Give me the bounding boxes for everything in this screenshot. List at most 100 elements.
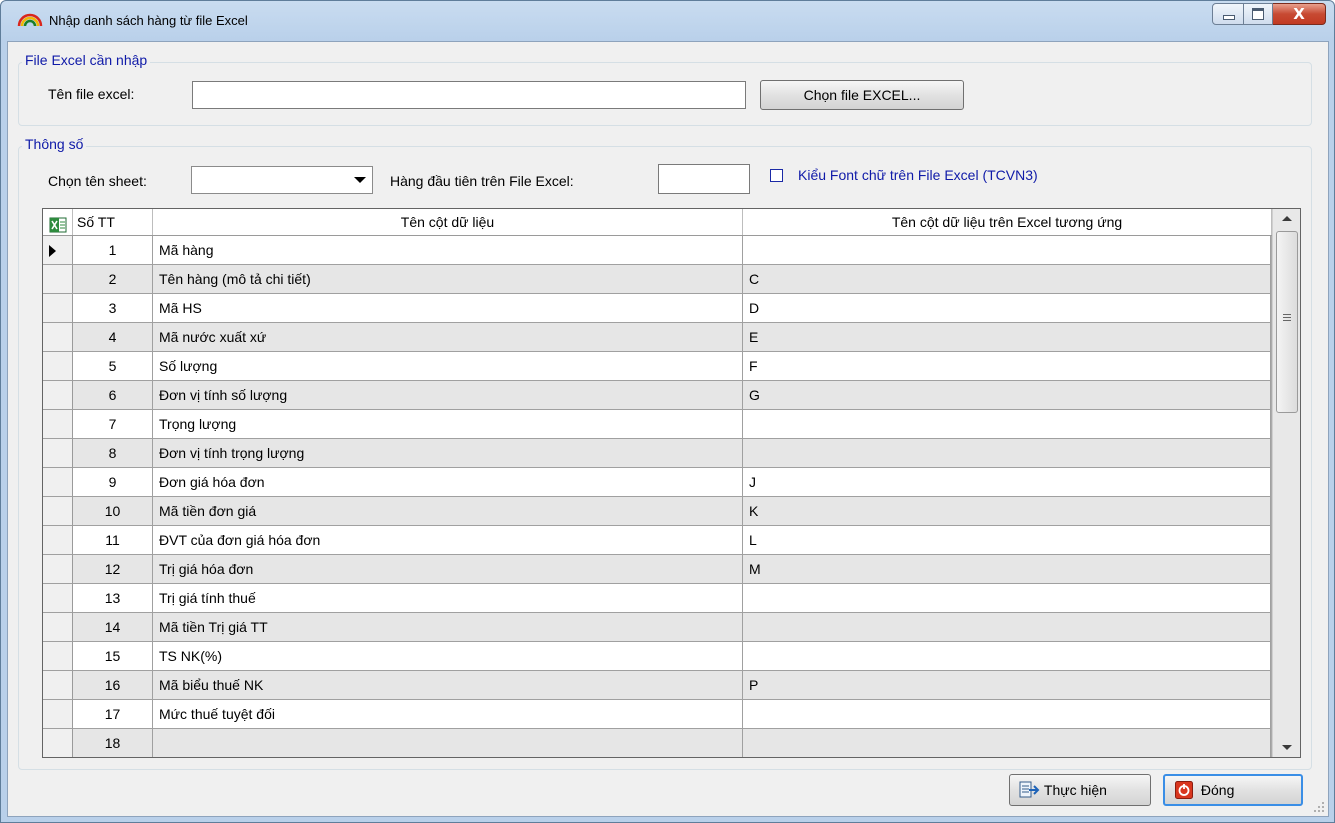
table-row[interactable]: 2 Tên hàng (mô tả chi tiết) C bbox=[43, 265, 1271, 294]
row-number-cell[interactable]: 16 bbox=[73, 671, 153, 700]
close-button[interactable]: Đóng bbox=[1163, 774, 1303, 806]
row-header[interactable] bbox=[43, 526, 73, 555]
excel-column-cell[interactable]: F bbox=[743, 352, 1271, 381]
row-header[interactable] bbox=[43, 265, 73, 294]
table-row[interactable]: 14 Mã tiền Trị giá TT bbox=[43, 613, 1271, 642]
column-header-excel-column[interactable]: Tên cột dữ liệu trên Excel tương ứng bbox=[743, 209, 1272, 235]
row-header[interactable] bbox=[43, 236, 73, 265]
excel-column-cell[interactable] bbox=[743, 236, 1271, 265]
minimize-button[interactable] bbox=[1212, 3, 1244, 25]
data-name-cell[interactable]: Mã biểu thuế NK bbox=[153, 671, 743, 700]
row-header[interactable] bbox=[43, 642, 73, 671]
data-name-cell[interactable]: Mã hàng bbox=[153, 236, 743, 265]
table-row[interactable]: 7 Trọng lượng bbox=[43, 410, 1271, 439]
table-row[interactable]: 4 Mã nước xuất xứ E bbox=[43, 323, 1271, 352]
excel-column-cell[interactable] bbox=[743, 613, 1271, 642]
data-name-cell[interactable]: Mức thuế tuyệt đối bbox=[153, 700, 743, 729]
row-number-cell[interactable]: 2 bbox=[73, 265, 153, 294]
row-header[interactable] bbox=[43, 352, 73, 381]
row-header[interactable] bbox=[43, 468, 73, 497]
table-row[interactable]: 13 Trị giá tính thuế bbox=[43, 584, 1271, 613]
excel-column-cell[interactable]: J bbox=[743, 468, 1271, 497]
grid-vertical-scrollbar[interactable] bbox=[1272, 209, 1300, 757]
data-name-cell[interactable]: Mã tiền Trị giá TT bbox=[153, 613, 743, 642]
excel-column-cell[interactable] bbox=[743, 729, 1271, 757]
row-header[interactable] bbox=[43, 729, 73, 757]
row-header[interactable] bbox=[43, 410, 73, 439]
row-number-cell[interactable]: 12 bbox=[73, 555, 153, 584]
table-row[interactable]: 6 Đơn vị tính số lượng G bbox=[43, 381, 1271, 410]
sheet-select[interactable] bbox=[191, 166, 373, 194]
row-number-cell[interactable]: 9 bbox=[73, 468, 153, 497]
row-number-cell[interactable]: 10 bbox=[73, 497, 153, 526]
choose-excel-file-button[interactable]: Chọn file EXCEL... bbox=[760, 80, 964, 110]
maximize-button[interactable] bbox=[1244, 3, 1273, 25]
data-name-cell[interactable]: TS NK(%) bbox=[153, 642, 743, 671]
row-header[interactable] bbox=[43, 381, 73, 410]
row-header[interactable] bbox=[43, 439, 73, 468]
filename-input[interactable] bbox=[192, 81, 746, 109]
table-row[interactable]: 3 Mã HS D bbox=[43, 294, 1271, 323]
data-name-cell[interactable]: Đơn vị tính số lượng bbox=[153, 381, 743, 410]
excel-column-cell[interactable]: C bbox=[743, 265, 1271, 294]
excel-column-cell[interactable] bbox=[743, 642, 1271, 671]
row-number-cell[interactable]: 7 bbox=[73, 410, 153, 439]
row-header[interactable] bbox=[43, 584, 73, 613]
row-header[interactable] bbox=[43, 555, 73, 584]
row-number-cell[interactable]: 6 bbox=[73, 381, 153, 410]
row-number-cell[interactable]: 3 bbox=[73, 294, 153, 323]
column-header-data-name[interactable]: Tên cột dữ liệu bbox=[153, 209, 743, 235]
column-header-stt[interactable]: Số TT bbox=[73, 209, 153, 235]
table-row[interactable]: 18 bbox=[43, 729, 1271, 757]
table-row[interactable]: 1 Mã hàng bbox=[43, 236, 1271, 265]
excel-column-cell[interactable]: M bbox=[743, 555, 1271, 584]
table-row[interactable]: 12 Trị giá hóa đơn M bbox=[43, 555, 1271, 584]
excel-column-cell[interactable] bbox=[743, 439, 1271, 468]
row-number-cell[interactable]: 5 bbox=[73, 352, 153, 381]
row-number-cell[interactable]: 11 bbox=[73, 526, 153, 555]
scrollbar-thumb[interactable] bbox=[1276, 231, 1298, 413]
table-row[interactable]: 11 ĐVT của đơn giá hóa đơn L bbox=[43, 526, 1271, 555]
row-header[interactable] bbox=[43, 497, 73, 526]
row-number-cell[interactable]: 18 bbox=[73, 729, 153, 757]
excel-column-cell[interactable]: G bbox=[743, 381, 1271, 410]
row-header[interactable] bbox=[43, 323, 73, 352]
row-number-cell[interactable]: 1 bbox=[73, 236, 153, 265]
excel-column-cell[interactable] bbox=[743, 700, 1271, 729]
excel-column-cell[interactable]: K bbox=[743, 497, 1271, 526]
table-row[interactable]: 17 Mức thuế tuyệt đối bbox=[43, 700, 1271, 729]
excel-column-cell[interactable]: L bbox=[743, 526, 1271, 555]
scroll-up-icon[interactable] bbox=[1273, 209, 1300, 229]
table-row[interactable]: 10 Mã tiền đơn giá K bbox=[43, 497, 1271, 526]
table-row[interactable]: 8 Đơn vị tính trọng lượng bbox=[43, 439, 1271, 468]
table-row[interactable]: 15 TS NK(%) bbox=[43, 642, 1271, 671]
row-number-cell[interactable]: 14 bbox=[73, 613, 153, 642]
data-name-cell[interactable]: Tên hàng (mô tả chi tiết) bbox=[153, 265, 743, 294]
tcvn3-font-checkbox[interactable] bbox=[770, 169, 783, 182]
excel-column-cell[interactable] bbox=[743, 584, 1271, 613]
first-row-input[interactable] bbox=[658, 164, 750, 194]
close-window-button[interactable]: X bbox=[1273, 3, 1326, 25]
grid-corner[interactable] bbox=[43, 209, 73, 235]
data-name-cell[interactable]: Đơn vị tính trọng lượng bbox=[153, 439, 743, 468]
data-name-cell[interactable]: Đơn giá hóa đơn bbox=[153, 468, 743, 497]
table-row[interactable]: 5 Số lượng F bbox=[43, 352, 1271, 381]
row-number-cell[interactable]: 15 bbox=[73, 642, 153, 671]
row-header[interactable] bbox=[43, 613, 73, 642]
row-number-cell[interactable]: 8 bbox=[73, 439, 153, 468]
excel-column-cell[interactable]: D bbox=[743, 294, 1271, 323]
row-number-cell[interactable]: 13 bbox=[73, 584, 153, 613]
row-header[interactable] bbox=[43, 700, 73, 729]
data-name-cell[interactable]: Trị giá hóa đơn bbox=[153, 555, 743, 584]
scroll-down-icon[interactable] bbox=[1273, 737, 1300, 757]
excel-column-cell[interactable] bbox=[743, 410, 1271, 439]
row-header[interactable] bbox=[43, 294, 73, 323]
resize-grip-icon[interactable] bbox=[1313, 801, 1325, 813]
tcvn3-font-checkbox-label[interactable]: Kiểu Font chữ trên File Excel (TCVN3) bbox=[798, 167, 1038, 183]
row-header[interactable] bbox=[43, 671, 73, 700]
data-name-cell[interactable] bbox=[153, 729, 743, 757]
row-number-cell[interactable]: 4 bbox=[73, 323, 153, 352]
table-row[interactable]: 16 Mã biểu thuế NK P bbox=[43, 671, 1271, 700]
data-name-cell[interactable]: Mã tiền đơn giá bbox=[153, 497, 743, 526]
data-name-cell[interactable]: Trị giá tính thuế bbox=[153, 584, 743, 613]
